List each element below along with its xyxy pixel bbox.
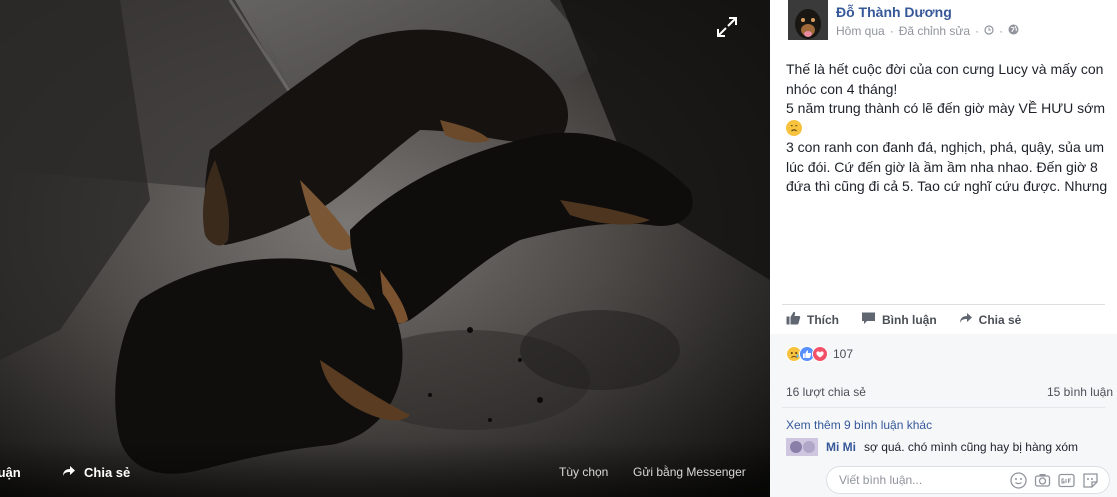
like-icon [786, 311, 801, 328]
divider [782, 304, 1105, 305]
emoji-icon[interactable] [1010, 472, 1027, 489]
clock-icon [984, 24, 994, 38]
post-text: Thế là hết cuộc đời của con cưng Lucy và… [786, 60, 1111, 197]
comment-input-tools [1010, 472, 1099, 489]
divider [782, 407, 1105, 408]
author-avatar[interactable] [788, 0, 828, 40]
post-side-panel: Đỗ Thành Dương Hôm qua · Đã chỉnh sửa · … [770, 0, 1117, 497]
comment-input[interactable] [839, 473, 1009, 487]
post-meta: Hôm qua · Đã chỉnh sửa · · [836, 24, 1019, 38]
emoji-icon [786, 119, 802, 136]
photo-share-label: Chia sẻ [84, 465, 131, 480]
comment-text: sợ quá. chó mình cũng hay bị hàng xóm [864, 440, 1078, 454]
send-messenger-link[interactable]: Gửi bằng Messenger [633, 465, 746, 479]
author-name[interactable]: Đỗ Thành Dương [836, 4, 952, 20]
view-more-comments-link[interactable]: Xem thêm 9 bình luận khác [786, 418, 932, 432]
comment-button[interactable]: Bình luận [861, 311, 937, 328]
share-button[interactable]: Chia sẻ [959, 311, 1022, 328]
share-arrow-icon [959, 312, 973, 327]
meta-separator: · [999, 24, 1004, 38]
comment-input-box [826, 466, 1110, 494]
share-label: Chia sẻ [978, 312, 1022, 327]
post-text-line: 5 năm trung thành có lẽ đến giờ mày VỀ H… [786, 100, 1106, 116]
like-button[interactable]: Thích [786, 311, 839, 328]
camera-icon[interactable] [1034, 472, 1051, 489]
comment-count-link[interactable]: 15 bình luận [1047, 385, 1113, 399]
sticker-icon[interactable] [1082, 472, 1099, 489]
dogs-photo-image [0, 0, 770, 497]
photo-share-button[interactable]: Chia sẻ [62, 465, 130, 480]
gif-icon[interactable] [1058, 472, 1075, 489]
share-count-link[interactable]: 16 lượt chia sẻ [786, 385, 866, 399]
share-arrow-icon [62, 465, 76, 480]
love-reaction-icon [812, 346, 828, 362]
like-label: Thích [807, 312, 839, 327]
photo-comment-button[interactable]: luận [0, 465, 21, 480]
photo[interactable]: luận Chia sẻ Tùy chọn Gửi bằng Messenger [0, 0, 770, 497]
expand-icon[interactable] [716, 16, 738, 38]
globe-icon[interactable] [1008, 24, 1019, 38]
photo-comment-label: luận [0, 465, 21, 480]
commenter-avatar[interactable] [786, 438, 818, 456]
reaction-count: 107 [833, 347, 854, 361]
post-text-line-emoji [786, 119, 1111, 139]
meta-separator: · [889, 24, 894, 38]
post-text-line: 3 con ranh con đanh đá, nghịch, phá, quậ… [786, 139, 1108, 194]
post-edited[interactable]: Đã chỉnh sửa [899, 24, 970, 38]
post-time[interactable]: Hôm qua [836, 24, 885, 38]
post-actions: Thích Bình luận Chia sẻ [786, 311, 1021, 328]
comment-item: Mi Mi sợ quá. chó mình cũng hay bị hàng … [786, 438, 1078, 456]
commenter-name[interactable]: Mi Mi [826, 440, 856, 454]
reactions-summary[interactable]: 107 [786, 346, 853, 362]
comment-label: Bình luận [882, 312, 937, 327]
meta-separator: · [975, 24, 980, 38]
post-text-line: Thế là hết cuộc đời của con cưng Lucy và… [786, 61, 1104, 97]
photo-viewer: luận Chia sẻ Tùy chọn Gửi bằng Messenger… [0, 0, 1117, 497]
comment-icon [861, 311, 876, 328]
photo-options-link[interactable]: Tùy chọn [559, 465, 608, 479]
